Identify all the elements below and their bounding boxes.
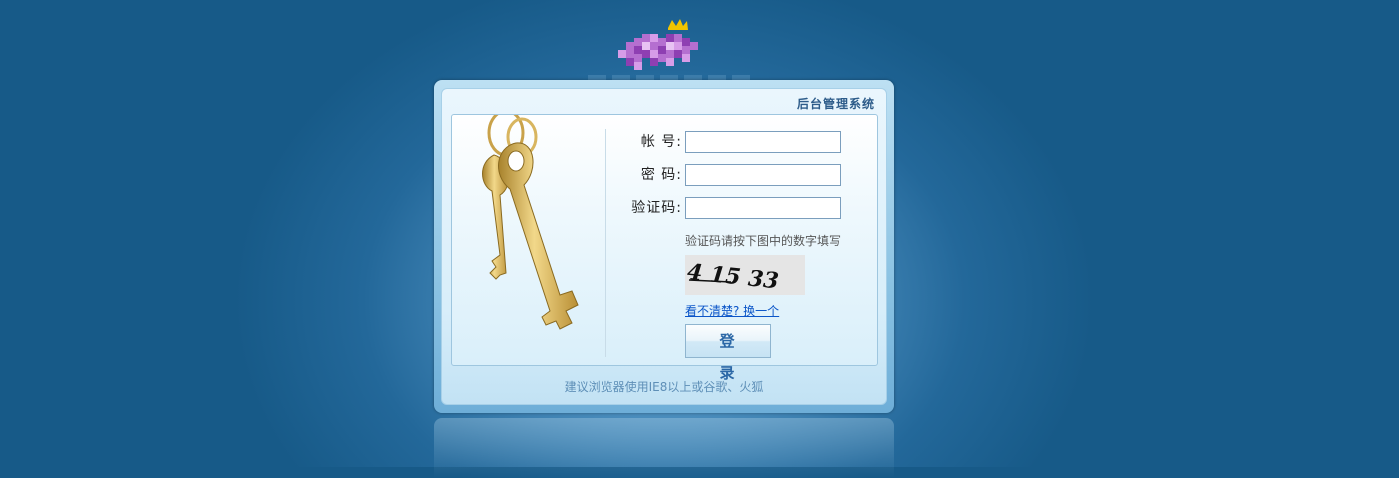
login-content: 帐 号: 密 码: 验证码: 验证码请按下图中的数字填写 4 15 33 看不清…: [451, 114, 878, 382]
panel-title: 后台管理系统: [796, 97, 875, 111]
keys-icon: [482, 115, 579, 330]
account-input[interactable]: [685, 131, 841, 153]
password-input[interactable]: [685, 164, 841, 186]
login-panel-inner: 后台管理系统 帐 号: 密 码: 验证码: 验证码请按下图中的数字填写 4 15…: [441, 88, 887, 405]
captcha-image[interactable]: 4 15 33: [685, 255, 805, 295]
captcha-label: 验证码:: [631, 200, 682, 216]
login-button[interactable]: 登 录: [685, 324, 771, 382]
password-label: 密 码:: [640, 167, 682, 183]
browser-hint: 建议浏览器使用IE8以上或谷歌、火狐: [564, 380, 764, 394]
account-label: 帐 号:: [640, 134, 682, 150]
divider: [605, 129, 606, 357]
captcha-refresh-link[interactable]: 看不清楚? 换一个: [685, 302, 779, 319]
panel-reflection: [434, 418, 894, 478]
captcha-input[interactable]: [685, 197, 841, 219]
crown-logo-icon: [618, 19, 698, 70]
login-panel: 后台管理系统 帐 号: 密 码: 验证码: 验证码请按下图中的数字填写 4 15…: [434, 80, 894, 413]
captcha-text: 4 15 33: [686, 259, 780, 294]
captcha-hint: 验证码请按下图中的数字填写: [685, 234, 842, 248]
